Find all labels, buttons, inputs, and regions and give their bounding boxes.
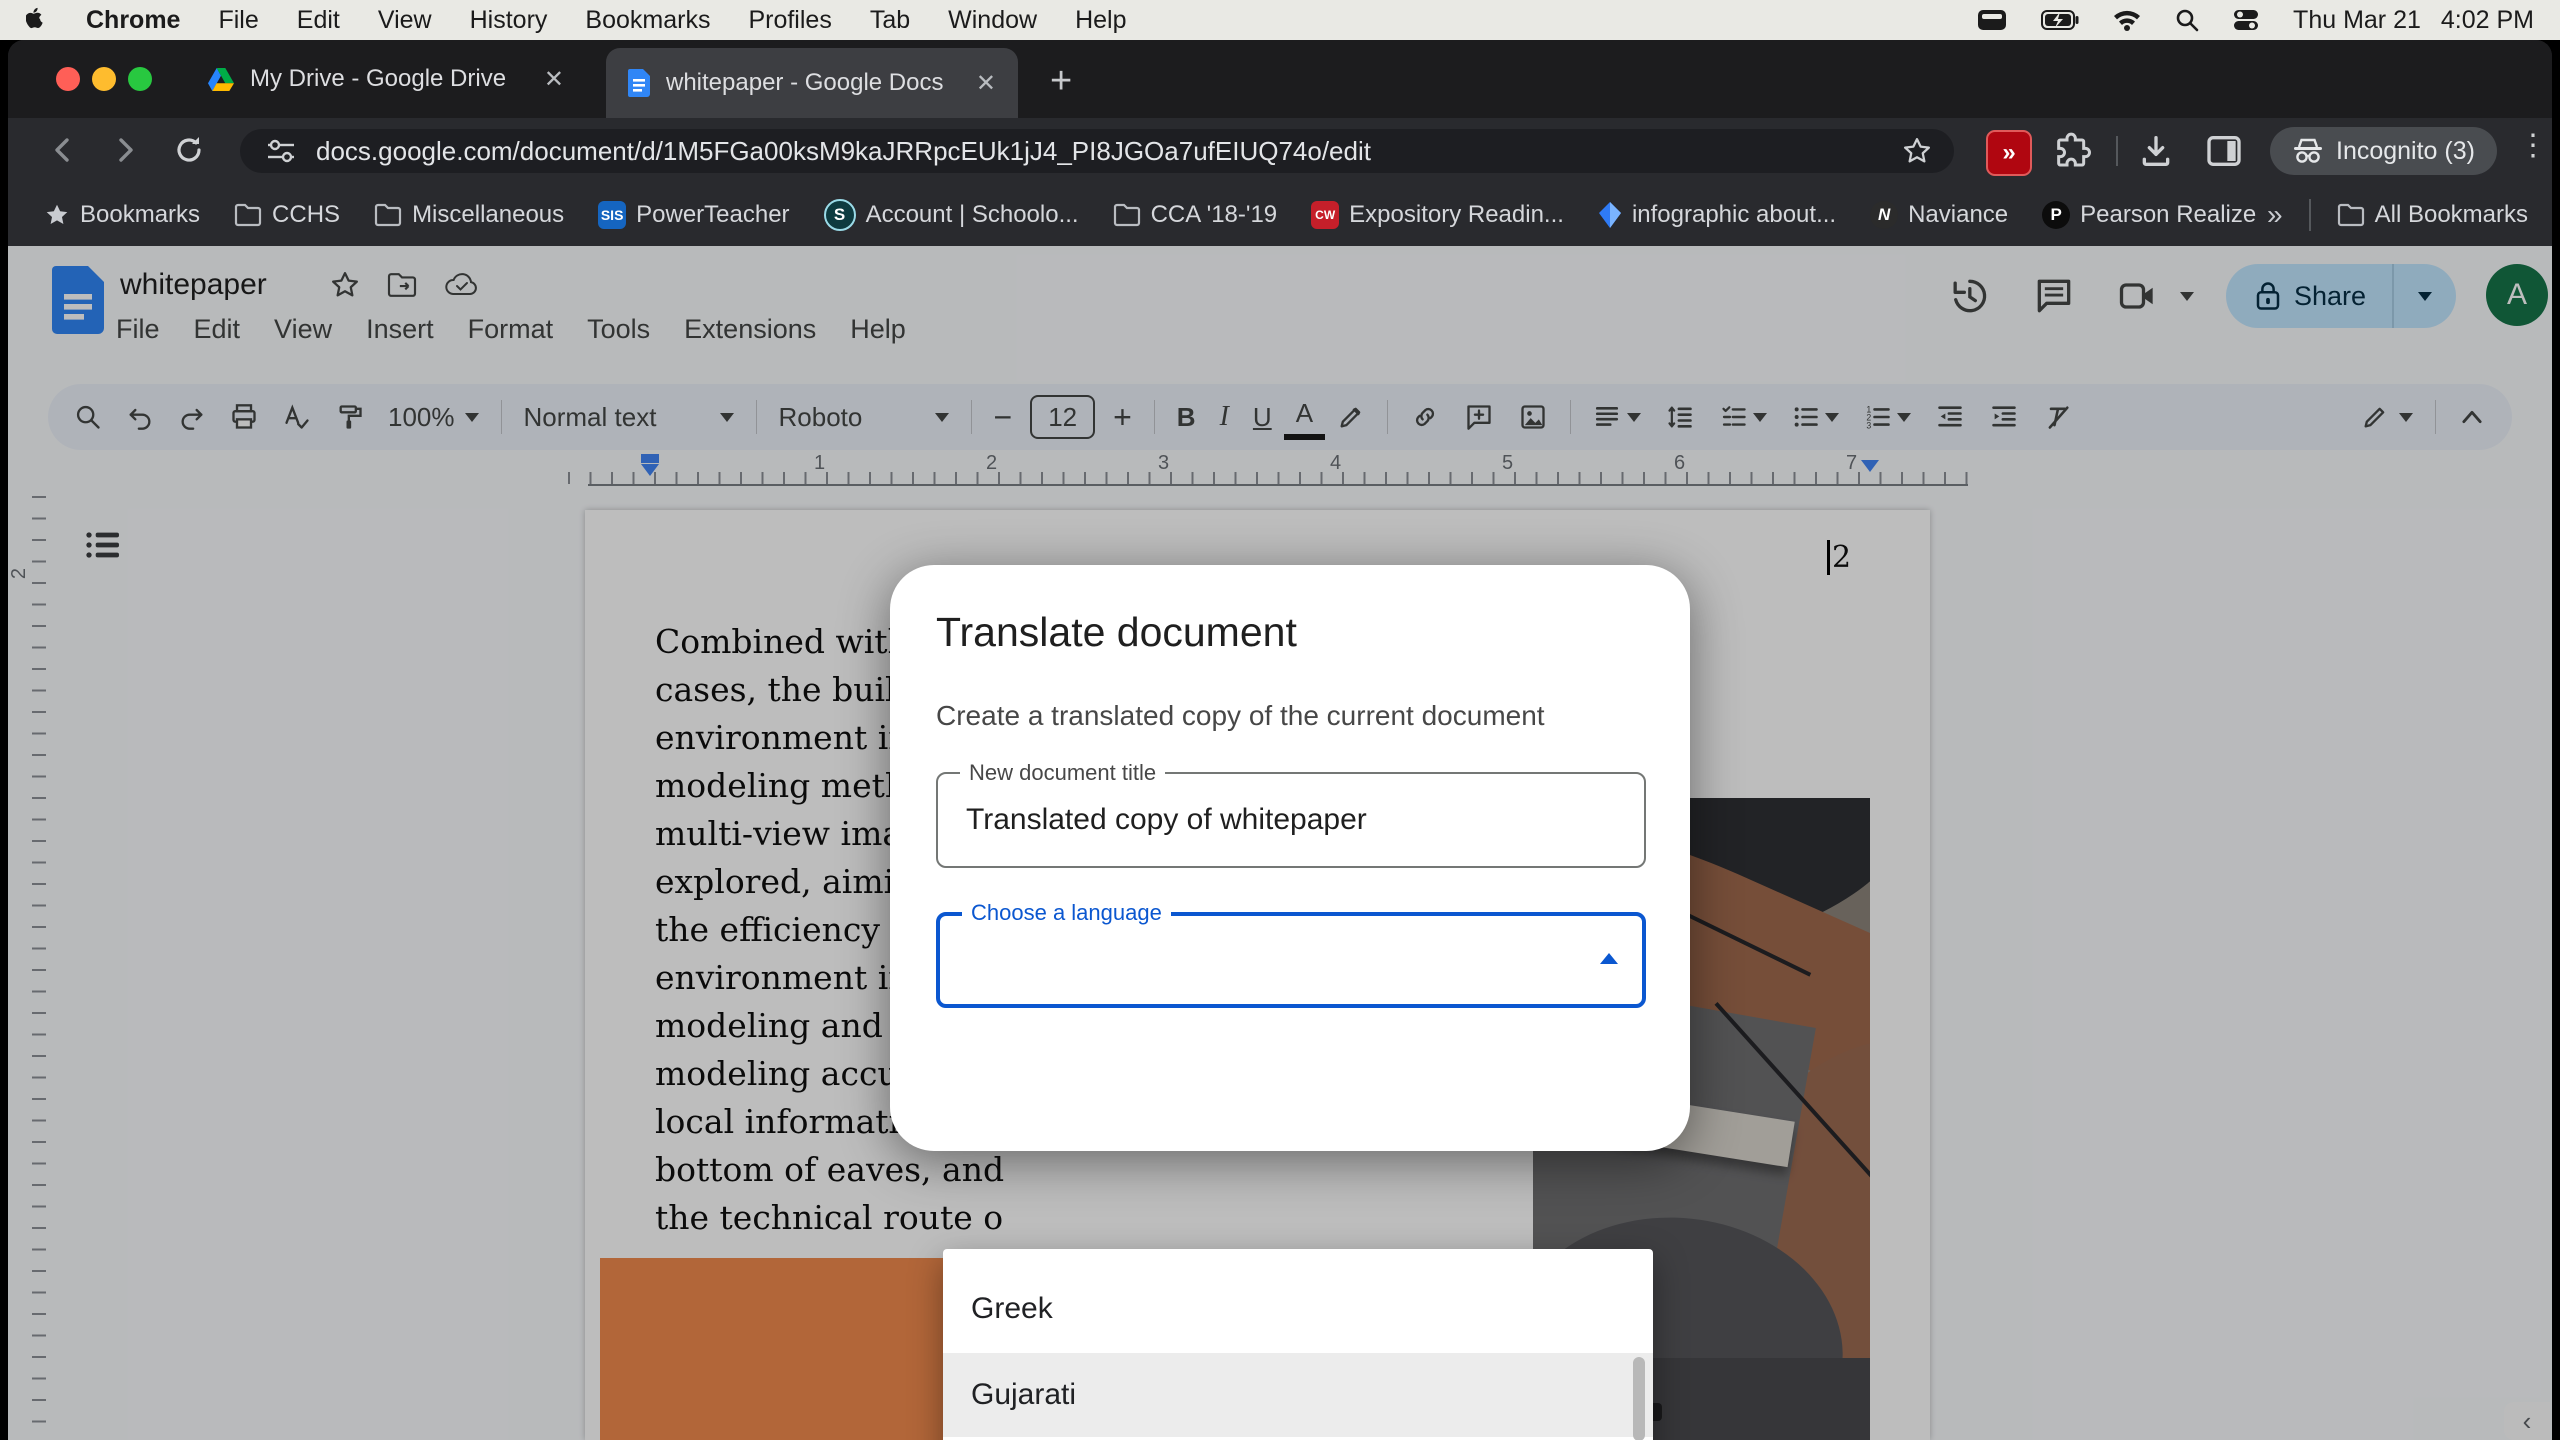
menubar-item-help[interactable]: Help: [1075, 6, 1126, 35]
bookmark-cchs[interactable]: CCHS: [234, 201, 340, 229]
display-icon[interactable]: [1977, 8, 2007, 32]
spotlight-search-icon[interactable]: [2175, 8, 2199, 32]
dialog-title: Translate document: [936, 609, 1646, 656]
side-panel-icon[interactable]: [2204, 131, 2244, 171]
translate-document-dialog: Translate document Create a translated c…: [890, 565, 1690, 1151]
url-text: docs.google.com/document/d/1M5FGa00ksM9k…: [316, 136, 1371, 167]
bookmark-powerteacher[interactable]: SIS PowerTeacher: [598, 201, 789, 229]
adblock-extension-icon[interactable]: »: [1986, 130, 2032, 176]
incognito-badge[interactable]: Incognito (3): [2270, 127, 2497, 175]
new-document-title-value: Translated copy of whitepaper: [966, 803, 1367, 837]
minimize-window-button[interactable]: [92, 67, 116, 91]
bookmark-miscellaneous[interactable]: Miscellaneous: [374, 201, 564, 229]
control-center-icon[interactable]: [2233, 8, 2259, 32]
bookmark-label: Expository Readin...: [1349, 201, 1564, 229]
menubar-item-chrome[interactable]: Chrome: [86, 6, 180, 35]
menubar-item-bookmarks[interactable]: Bookmarks: [585, 6, 710, 35]
browser-menu-dots-icon[interactable]: ⋮: [2518, 128, 2548, 163]
bookmark-star-icon[interactable]: [1902, 136, 1932, 166]
bookmark-label: PowerTeacher: [636, 201, 789, 229]
tab-title: whitepaper - Google Docs: [666, 69, 943, 97]
address-bar[interactable]: docs.google.com/document/d/1M5FGa00ksM9k…: [240, 129, 1954, 173]
menubar-item-history[interactable]: History: [470, 6, 548, 35]
bookmark-infographic[interactable]: infographic about...: [1598, 201, 1836, 229]
menubar-item-view[interactable]: View: [378, 6, 432, 35]
apple-icon[interactable]: [26, 7, 48, 33]
schoology-icon: S: [824, 199, 856, 231]
bookmark-schoology[interactable]: S Account | Schoolo...: [824, 199, 1079, 231]
all-bookmarks-button[interactable]: All Bookmarks: [2337, 201, 2528, 229]
bookmark-label: Bookmarks: [80, 201, 200, 229]
docs-app: whitepaper File Edit View Insert Format …: [8, 246, 2552, 1440]
bookmark-label: infographic about...: [1632, 201, 1836, 229]
tab-title: My Drive - Google Drive: [250, 65, 506, 93]
bookmark-expository[interactable]: CW Expository Readin...: [1311, 201, 1564, 229]
dialog-subtitle: Create a translated copy of the current …: [936, 700, 1646, 732]
new-document-title-field[interactable]: New document title Translated copy of wh…: [936, 772, 1646, 868]
google-drive-icon: [208, 68, 234, 91]
bookmark-label: Miscellaneous: [412, 201, 564, 229]
menubar-item-edit[interactable]: Edit: [297, 6, 340, 35]
tab-strip: My Drive - Google Drive ✕ whitepaper - G…: [8, 40, 2552, 118]
bookmarks-overflow-chevrons[interactable]: »: [2267, 199, 2283, 231]
bookmark-label: All Bookmarks: [2375, 201, 2528, 229]
bookmark-label: Naviance: [1908, 201, 2008, 229]
downloads-icon[interactable]: [2136, 131, 2176, 171]
language-option-gujarati[interactable]: Gujarati: [943, 1353, 1653, 1437]
menubar-date[interactable]: Thu Mar 21: [2293, 6, 2421, 35]
dropdown-scrollbar-thumb[interactable]: [1633, 1357, 1645, 1440]
toolbar-divider: [2116, 136, 2118, 166]
choose-language-label: Choose a language: [962, 900, 1171, 926]
incognito-icon: [2292, 137, 2324, 165]
language-option-greek[interactable]: Greek: [943, 1267, 1653, 1351]
bookmark-bookmarks[interactable]: Bookmarks: [44, 201, 200, 229]
menubar-item-file[interactable]: File: [218, 6, 258, 35]
close-window-button[interactable]: [56, 67, 80, 91]
site-settings-icon[interactable]: [266, 138, 296, 164]
bookmark-naviance[interactable]: N Naviance: [1870, 201, 2008, 229]
new-tab-button[interactable]: +: [1050, 60, 1072, 103]
battery-icon[interactable]: [2041, 10, 2079, 30]
browser-toolbar: docs.google.com/document/d/1M5FGa00ksM9k…: [8, 118, 2552, 184]
language-dropdown-menu: Greek Gujarati Haitian Creole Hausa: [943, 1249, 1653, 1440]
bookmark-cca[interactable]: CCA '18-'19: [1113, 201, 1278, 229]
reload-icon[interactable]: [172, 133, 206, 167]
infographic-icon: [1598, 201, 1622, 229]
powerteacher-icon: SIS: [598, 201, 626, 229]
forward-icon[interactable]: [108, 133, 142, 167]
bookmarks-bar: Bookmarks CCHS Miscellaneous SIS PowerTe…: [8, 184, 2552, 247]
close-tab-icon[interactable]: ✕: [544, 65, 564, 94]
bookmark-label: Pearson Realize: [2080, 201, 2256, 229]
bookmark-pearson[interactable]: P Pearson Realize: [2042, 201, 2256, 229]
bookmarks-divider: [2309, 199, 2311, 231]
chevron-up-icon: [1600, 951, 1618, 969]
macos-menubar: Chrome File Edit View History Bookmarks …: [0, 0, 2560, 40]
close-tab-icon[interactable]: ✕: [976, 69, 996, 98]
back-icon[interactable]: [46, 133, 80, 167]
wifi-icon[interactable]: [2113, 9, 2141, 31]
pearson-icon: P: [2042, 201, 2070, 229]
tab-whitepaper-active[interactable]: whitepaper - Google Docs ✕: [606, 48, 1018, 118]
zoom-window-button[interactable]: [128, 67, 152, 91]
browser-window: My Drive - Google Drive ✕ whitepaper - G…: [8, 40, 2552, 1440]
menubar-time[interactable]: 4:02 PM: [2441, 6, 2534, 35]
menubar-item-profiles[interactable]: Profiles: [748, 6, 831, 35]
tab-my-drive[interactable]: My Drive - Google Drive ✕: [186, 48, 586, 110]
incognito-label: Incognito (3): [2336, 137, 2475, 166]
bookmark-label: Account | Schoolo...: [866, 201, 1079, 229]
bookmark-label: CCHS: [272, 201, 340, 229]
extensions-puzzle-icon[interactable]: [2052, 130, 2092, 170]
screen: Chrome File Edit View History Bookmarks …: [0, 0, 2560, 1440]
google-docs-icon: [628, 69, 650, 97]
new-document-title-label: New document title: [960, 760, 1165, 786]
choose-language-select[interactable]: Choose a language: [936, 912, 1646, 1008]
expository-icon: CW: [1311, 201, 1339, 229]
menubar-item-tab[interactable]: Tab: [870, 6, 910, 35]
menubar-item-window[interactable]: Window: [948, 6, 1037, 35]
naviance-icon: N: [1870, 201, 1898, 229]
bookmark-label: CCA '18-'19: [1151, 201, 1278, 229]
